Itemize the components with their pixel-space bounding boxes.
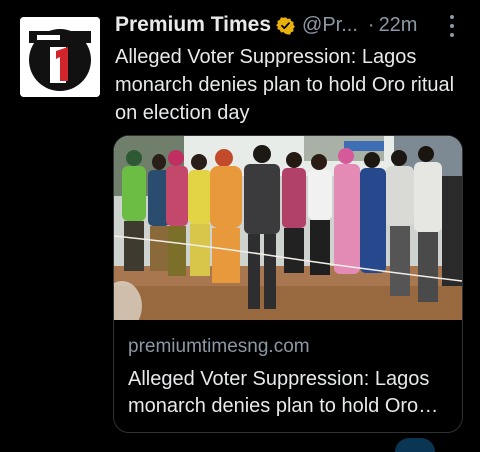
card-title: Alleged Voter Suppression: Lagos monarch… [128, 368, 430, 417]
separator-dot: · [367, 13, 375, 36]
author-handle[interactable]: @Pr... [302, 14, 358, 37]
card-body: premiumtimesng.com Alleged Voter Suppres… [128, 334, 453, 420]
link-preview-card[interactable]: premiumtimesng.com Alleged Voter Suppres… [113, 135, 463, 433]
dot-icon [450, 24, 454, 28]
dot-icon [450, 15, 454, 19]
more-options-icon[interactable] [447, 15, 457, 37]
card-image [114, 136, 462, 320]
premium-times-logo-icon [20, 17, 100, 97]
dot-icon [450, 33, 454, 37]
tweet[interactable]: Premium Times @Pr... · 22m Alleged Voter… [0, 0, 480, 452]
verified-badge-icon [276, 16, 295, 35]
card-domain: premiumtimesng.com [128, 336, 310, 357]
avatar[interactable] [20, 17, 100, 97]
tweet-header: Premium Times @Pr... · 22m [115, 10, 470, 40]
timestamp[interactable]: 22m [379, 14, 418, 37]
tweet-text: Alleged Voter Suppression: Lagos monarch… [115, 46, 455, 124]
floating-action-button-edge[interactable] [395, 438, 435, 452]
author-name[interactable]: Premium Times [115, 13, 271, 37]
